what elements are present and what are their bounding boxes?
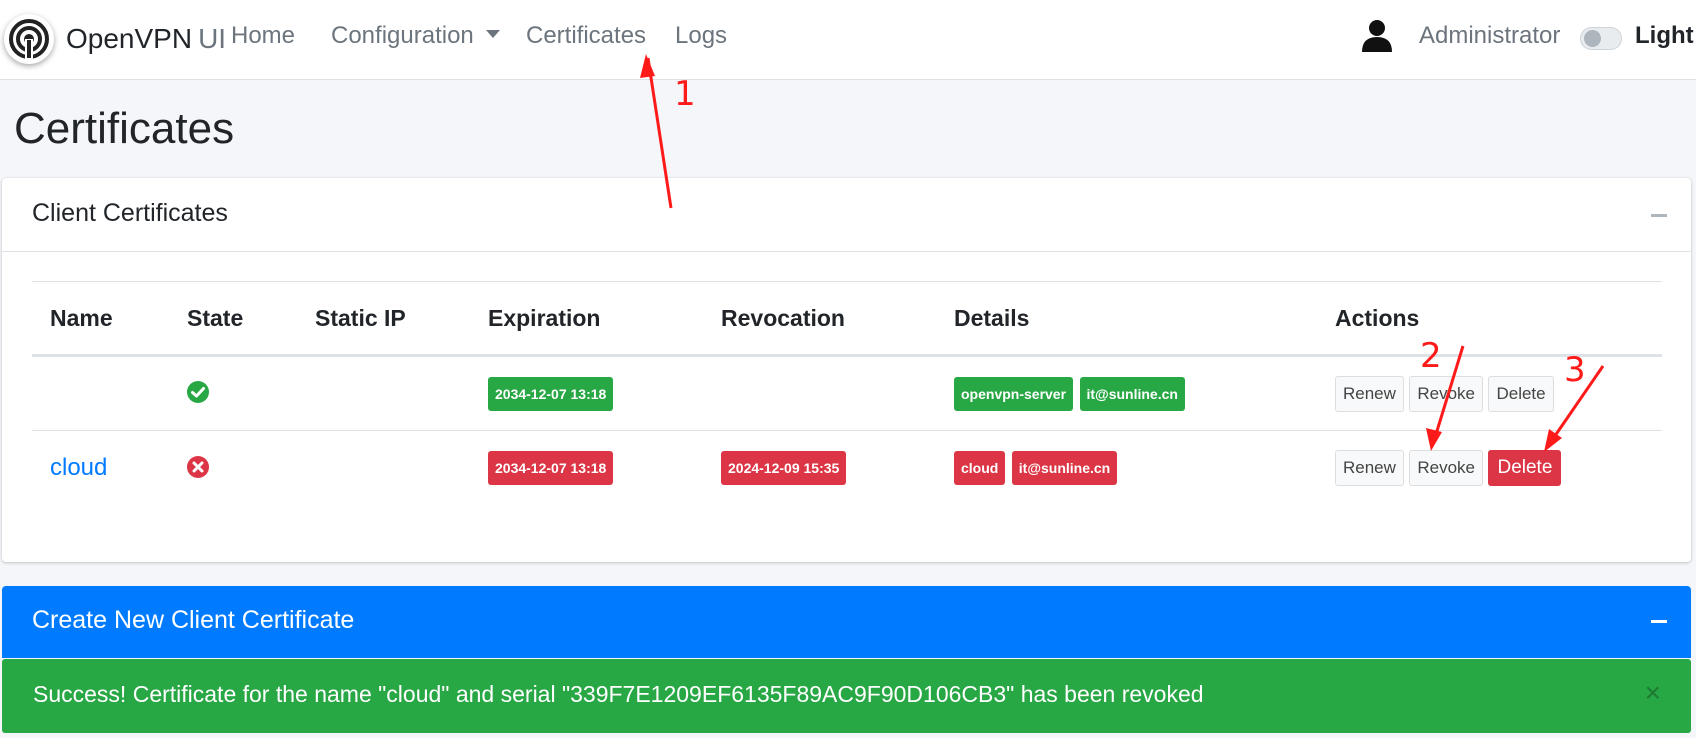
user-name[interactable]: Administrator (1419, 22, 1560, 50)
table-row: cloud 2034-12-07 13:18 2024-12-09 15:35 … (32, 431, 1662, 506)
close-icon[interactable]: × (1645, 679, 1661, 707)
alert-message: Success! Certificate for the name "cloud… (33, 681, 1204, 707)
brand-text: OpenVPN UI (66, 23, 226, 55)
cell-revocation (703, 356, 936, 431)
cell-static-ip (297, 356, 470, 431)
success-alert: Success! Certificate for the name "cloud… (2, 659, 1691, 733)
top-navbar: OpenVPN UI Home Configuration Certificate… (0, 0, 1696, 80)
toggle-knob (1584, 30, 1601, 47)
table-row: 2034-12-07 13:18 openvpn-server it@sunli… (32, 356, 1662, 431)
delete-button[interactable]: Delete (1488, 450, 1562, 487)
revoke-button[interactable]: Revoke (1409, 450, 1484, 487)
revoke-button[interactable]: Revoke (1409, 375, 1484, 412)
cell-expiration: 2034-12-07 13:18 (470, 356, 703, 431)
column-header-state: State (187, 304, 244, 331)
table-header-row: Name State Static IP Expiration Revocati… (32, 281, 1662, 356)
theme-toggle-label: Light (1635, 22, 1694, 49)
cell-state (169, 356, 297, 431)
page-title: Certificates (14, 104, 235, 153)
cell-actions: Renew Revoke Delete (1317, 356, 1662, 431)
cell-expiration: 2034-12-07 13:18 (470, 431, 703, 506)
nav-home[interactable]: Home (231, 22, 295, 50)
renew-button[interactable]: Renew (1335, 375, 1404, 412)
column-header-actions: Actions (1335, 304, 1420, 331)
nav-configuration-label: Configuration (331, 22, 474, 49)
annotation-label-1: 1 (674, 74, 696, 114)
collapse-minus-icon[interactable] (1651, 620, 1667, 623)
renew-button[interactable]: Renew (1335, 450, 1404, 487)
collapse-minus-icon[interactable] (1651, 214, 1667, 217)
column-header-static-ip: Static IP (315, 304, 406, 331)
nav-configuration[interactable]: Configuration (331, 22, 500, 50)
cell-details: cloud it@sunline.cn (936, 431, 1317, 506)
brand[interactable]: OpenVPN UI (4, 14, 226, 64)
column-header-name: Name (50, 304, 113, 331)
nav-certificates[interactable]: Certificates (526, 22, 646, 50)
cell-static-ip (297, 431, 470, 506)
expiration-badge: 2034-12-07 13:18 (488, 451, 614, 486)
cell-name: cloud (32, 431, 169, 506)
brand-suffix: UI (198, 23, 227, 54)
annotation-label-2: 2 (1420, 336, 1442, 376)
cell-actions: Renew Revoke Delete (1317, 431, 1662, 506)
certificates-table: Name State Static IP Expiration Revocati… (32, 281, 1662, 506)
expiration-badge: 2034-12-07 13:18 (488, 376, 614, 411)
detail-badge-email: it@sunline.cn (1011, 451, 1118, 486)
openvpn-logo-icon (4, 14, 54, 64)
detail-badge-cn: openvpn-server (954, 376, 1074, 411)
create-certificate-card-header[interactable]: Create New Client Certificate (2, 586, 1691, 658)
detail-badge-cn: cloud (954, 451, 1006, 486)
column-header-revocation: Revocation (721, 304, 845, 331)
create-certificate-title: Create New Client Certificate (32, 606, 355, 634)
card-title: Client Certificates (32, 199, 228, 227)
brand-name: OpenVPN (66, 23, 193, 54)
column-header-details: Details (954, 304, 1030, 331)
delete-button[interactable]: Delete (1488, 375, 1554, 412)
theme-toggle[interactable] (1580, 27, 1622, 50)
nav-logs[interactable]: Logs (675, 22, 727, 50)
column-header-expiration: Expiration (488, 304, 601, 331)
check-circle-icon (187, 381, 209, 403)
cell-revocation: 2024-12-09 15:35 (703, 431, 936, 506)
detail-badge-email: it@sunline.cn (1079, 376, 1185, 411)
caret-down-icon (485, 30, 500, 38)
cell-details: openvpn-server it@sunline.cn (936, 356, 1317, 431)
cell-state (169, 431, 297, 506)
revocation-badge: 2024-12-09 15:35 (721, 451, 847, 486)
card-header: Client Certificates (2, 178, 1691, 252)
times-circle-icon (187, 455, 209, 478)
user-icon[interactable] (1360, 18, 1394, 57)
certificate-name-link[interactable]: cloud (50, 454, 107, 481)
cell-name (32, 356, 169, 431)
annotation-label-3: 3 (1564, 350, 1586, 390)
